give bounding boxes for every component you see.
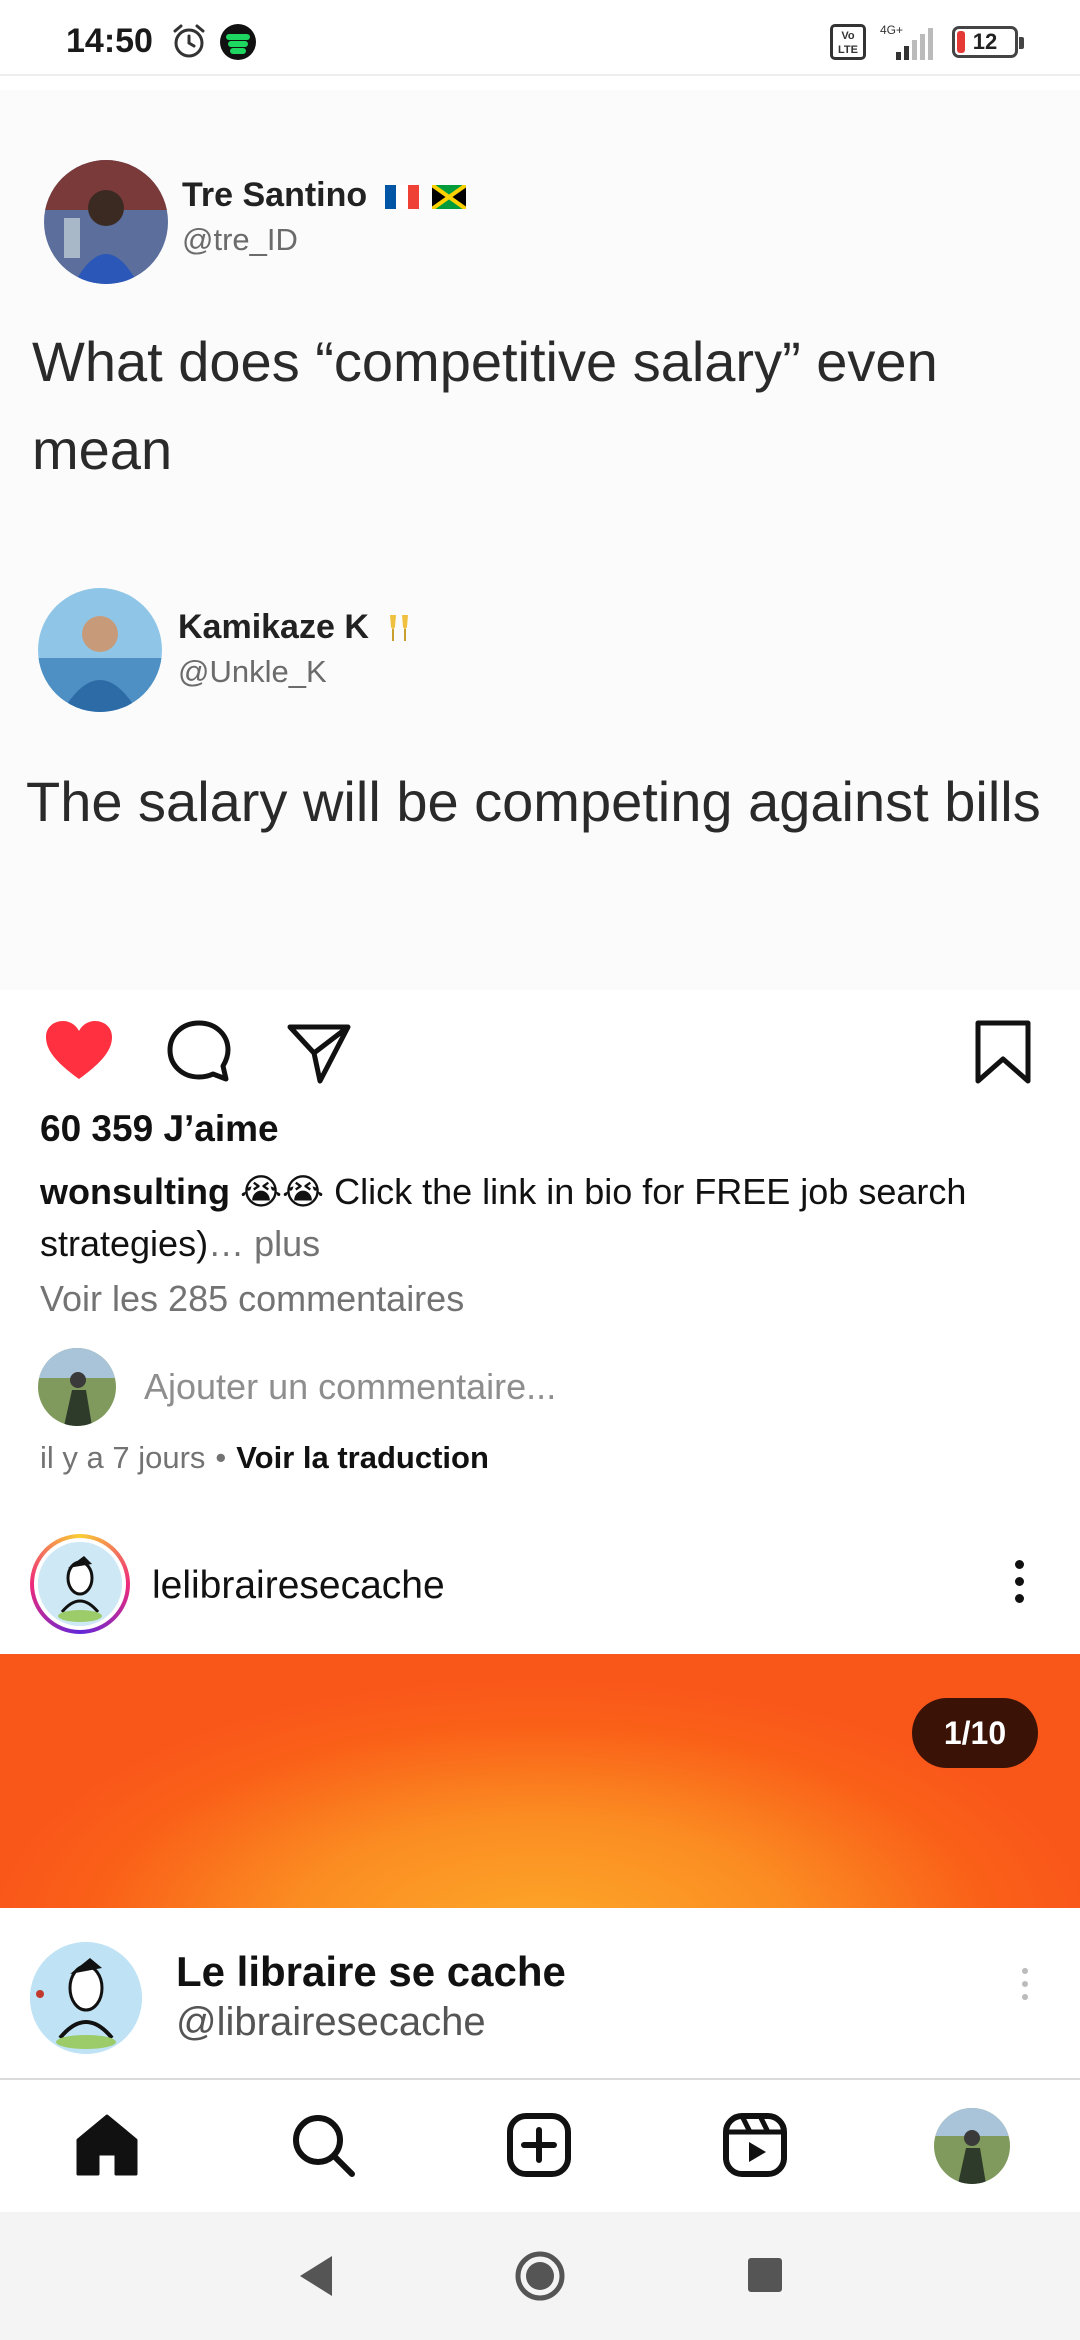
- signal-icon: 4G+: [880, 23, 933, 60]
- spotify-icon: [220, 24, 256, 60]
- embed-handle: @librairesecache: [176, 2000, 486, 2044]
- comment-icon[interactable]: [162, 1015, 236, 1089]
- likes-count[interactable]: 60 359 J’aime: [40, 1108, 279, 1150]
- tweet2-avatar: [38, 588, 162, 712]
- create-icon[interactable]: [504, 2110, 574, 2180]
- bookmark-icon[interactable]: [966, 1015, 1040, 1089]
- heart-filled-icon[interactable]: [42, 1015, 116, 1089]
- more-options-icon[interactable]: [1004, 1560, 1034, 1610]
- search-icon[interactable]: [288, 2110, 358, 2180]
- next-post-username[interactable]: lelibrairesecache: [152, 1564, 445, 1608]
- post-actions: [0, 1005, 1080, 1105]
- tweet1-name: Tre Santino: [182, 176, 467, 215]
- carousel-counter: 1/10: [912, 1698, 1038, 1768]
- add-comment-row[interactable]: Ajouter un commentaire...: [38, 1348, 1038, 1428]
- caption-username[interactable]: wonsulting: [40, 1171, 230, 1212]
- jamaica-flag-icon: [432, 185, 467, 210]
- story-ring[interactable]: [30, 1534, 130, 1634]
- battery-icon: 12: [952, 26, 1024, 58]
- battery-level: 12: [972, 29, 998, 54]
- alarm-icon: [173, 24, 205, 58]
- svg-text:4G+: 4G+: [880, 23, 903, 37]
- status-bar: 14:50 Vo LTE 4G+ 12: [0, 0, 1080, 76]
- tweet1-handle: @tre_ID: [182, 222, 298, 257]
- meta-separator: •: [215, 1440, 227, 1475]
- champagne-icon: [390, 615, 409, 642]
- profile-avatar[interactable]: [934, 2108, 1010, 2184]
- tweet1-text: What does “competitive salary” even mean: [32, 330, 938, 481]
- status-time: 14:50: [66, 22, 153, 60]
- next-post-header: lelibrairesecache: [0, 1530, 1080, 1640]
- volte-badge: Vo LTE: [830, 24, 866, 60]
- view-comments-link[interactable]: Voir les 285 commentaires: [40, 1278, 464, 1320]
- tweet1-name-text: Tre Santino: [182, 176, 368, 214]
- embed-avatar: [30, 1942, 142, 2054]
- translate-link[interactable]: Voir la traduction: [236, 1440, 489, 1475]
- next-post-embed: Le libraire se cache @librairesecache: [0, 1908, 1080, 2078]
- send-icon[interactable]: [282, 1015, 356, 1089]
- tweet2-name-text: Kamikaze K: [178, 608, 369, 646]
- tweet2-handle: @Unkle_K: [178, 654, 327, 689]
- tweet1-avatar: [44, 160, 168, 284]
- next-post-avatar: [38, 1542, 122, 1626]
- system-nav-bar: [0, 2212, 1080, 2340]
- back-icon[interactable]: [296, 2254, 336, 2298]
- post-caption[interactable]: wonsulting 😭😭 Click the link in bio for …: [40, 1166, 1050, 1270]
- caption-more-link[interactable]: … plus: [208, 1223, 320, 1264]
- tweet2-text: The salary will be competing against bil…: [26, 770, 1041, 833]
- embed-more-icon: [1018, 1968, 1032, 2012]
- bottom-nav: [0, 2078, 1080, 2212]
- home-circle-icon[interactable]: [514, 2250, 566, 2302]
- post-meta: il y a 7 jours • Voir la traduction: [40, 1440, 489, 1476]
- current-user-avatar: [38, 1348, 116, 1426]
- tweet2-name: Kamikaze K: [178, 608, 412, 647]
- recents-icon[interactable]: [748, 2258, 782, 2292]
- home-icon[interactable]: [72, 2110, 142, 2180]
- post-image[interactable]: Tre Santino @tre_ID What does “competiti…: [0, 90, 1080, 990]
- caption-emojis: 😭😭: [239, 1171, 325, 1212]
- post-time: il y a 7 jours: [40, 1440, 206, 1475]
- reels-icon[interactable]: [720, 2110, 790, 2180]
- france-flag-icon: [384, 185, 419, 210]
- next-post-media[interactable]: [0, 1654, 1080, 1908]
- embed-name: Le libraire se cache: [176, 1948, 566, 1995]
- add-comment-input[interactable]: Ajouter un commentaire...: [144, 1366, 556, 1408]
